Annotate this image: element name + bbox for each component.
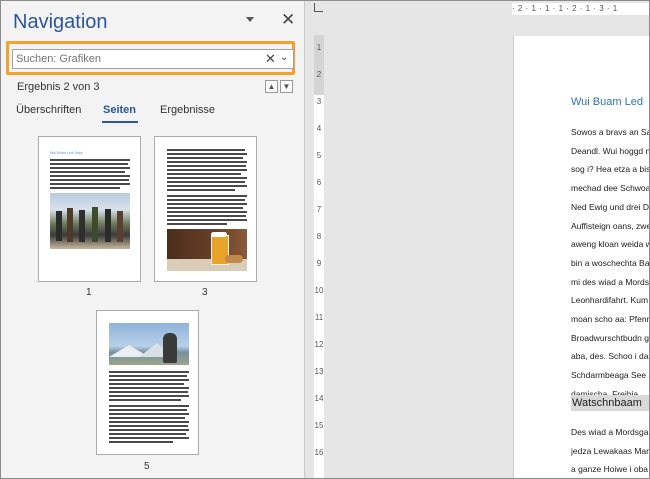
tab-results[interactable]: Ergebnisse: [160, 104, 215, 116]
ruler-number: 13: [314, 367, 324, 376]
document-text-line: Auffisteign oans, zwe: [571, 220, 650, 231]
tab-pages[interactable]: Seiten: [103, 104, 136, 116]
document-text-line: moan scho aa: Pfenn: [571, 314, 650, 324]
document-text-line: Leonhardifahrt. Kum: [571, 295, 649, 306]
search-input[interactable]: [16, 50, 256, 68]
document-text-line: jedza Lewakaas Mare: [571, 445, 650, 456]
horizontal-ruler: · 2 · 1 · 1 · 1 · 2 · 1 · 3 · 1: [512, 3, 649, 15]
ruler-number: 7: [316, 205, 322, 214]
previous-result-icon[interactable]: ▲: [265, 80, 278, 93]
ruler-number: 16: [314, 448, 324, 457]
ruler-number: 14: [314, 394, 324, 403]
pane-splitter[interactable]: [304, 1, 305, 478]
thumbnail-image-mountain: [109, 323, 189, 365]
page-thumbnail-5[interactable]: [96, 310, 199, 455]
ruler-number: 2: [316, 70, 322, 79]
ruler-number: 1: [316, 43, 322, 52]
document-text-line: Des wiad a Mordsga: [571, 427, 649, 437]
pane-options-icon[interactable]: [246, 17, 254, 22]
ruler-number: 12: [314, 340, 324, 349]
thumbnail-page-number: 5: [144, 461, 150, 472]
document-heading-1: Wui Buam Led: [571, 96, 643, 108]
document-text-line: a ganze Hoiwe i oba: [571, 464, 649, 475]
document-text-line: aweng kloan weida w: [571, 239, 650, 250]
page-thumbnail-3[interactable]: [154, 136, 257, 282]
page-thumbnail-1[interactable]: Wui Buam Ledl Sepp: [38, 136, 141, 282]
ruler-number: 3: [316, 97, 322, 106]
document-text-line: bin a woschechta Ba: [571, 257, 650, 268]
search-result-count: Ergebnis 2 von 3: [17, 81, 100, 93]
search-box[interactable]: ✕ ⌄: [12, 49, 294, 69]
thumbnail-image-people: [50, 193, 130, 249]
document-text-line: Sowos a bravs an Sa: [571, 127, 650, 137]
document-text-line: sog i? Hea etza a biss: [571, 164, 650, 175]
nav-pane-title: Navigation: [13, 11, 108, 33]
thumbnail-title: Wui Buam Ledl Sepp: [50, 151, 83, 155]
ruler-number: 6: [316, 178, 322, 187]
document-text-line: Ned Ewig und drei D: [571, 201, 649, 212]
navigation-pane: Navigation ✕ ✕ ⌄ Ergebnis 2 von 3 ▲ ▼ Üb…: [1, 1, 304, 478]
ruler-number: 9: [316, 259, 322, 268]
document-text-line: mechad dee Schwoa: [571, 183, 650, 194]
ruler-number: 15: [314, 421, 324, 430]
search-options-chevron-icon[interactable]: ⌄: [280, 49, 288, 67]
ruler-number: 8: [316, 232, 322, 241]
word-window: Navigation ✕ ✕ ⌄ Ergebnis 2 von 3 ▲ ▼ Üb…: [0, 0, 650, 479]
thumbnail-page-number: 1: [86, 287, 92, 298]
document-text-line: mi des wiad a Mords: [571, 276, 649, 287]
ruler-number: 10: [314, 286, 324, 295]
close-icon[interactable]: ✕: [281, 11, 295, 29]
active-tab-indicator: [102, 121, 138, 123]
thumbnail-page-number: 3: [202, 287, 208, 298]
document-text-line: Schdarmbeaga See s: [571, 370, 650, 381]
ruler-number: 11: [314, 313, 324, 322]
clear-search-icon[interactable]: ✕: [265, 52, 276, 66]
next-result-icon[interactable]: ▼: [280, 80, 293, 93]
ruler-number: 5: [316, 151, 322, 160]
document-text-line: Broadwurschtbudn g: [571, 332, 649, 343]
tab-headings[interactable]: Überschriften: [16, 104, 81, 116]
vertical-ruler: 1 2 3 4 5 6 7 8 9 10 11 12 13 14 15 16: [312, 1, 326, 478]
document-text-line: aba, des. Schoo i daz: [571, 351, 650, 362]
document-heading-2: Watschnbaam: [571, 395, 649, 411]
thumbnail-image-beer: [167, 229, 247, 271]
document-text-line: Deandl. Wui hoggd n: [571, 145, 650, 156]
ruler-number: 4: [316, 124, 322, 133]
tab-selector-icon[interactable]: [314, 3, 323, 12]
